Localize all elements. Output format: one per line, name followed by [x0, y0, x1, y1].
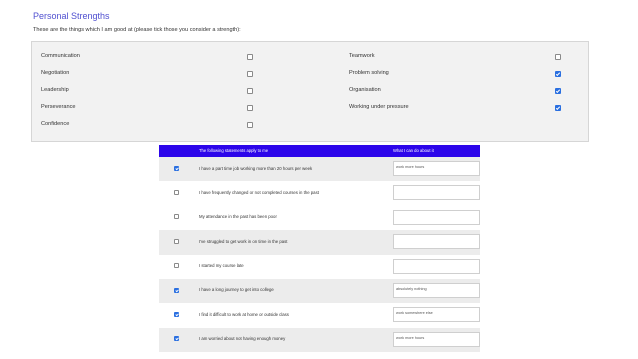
header-action: What I can do about it: [393, 147, 434, 153]
strength-checkbox-perseverance[interactable]: [247, 105, 253, 111]
strength-checkbox-teamwork[interactable]: [555, 54, 561, 60]
statement-checkbox[interactable]: [174, 214, 179, 220]
statement-text: I have a long journey to get into colleg…: [199, 287, 274, 293]
strength-checkbox-organisation[interactable]: [555, 88, 561, 94]
header-statement: The following statements apply to me: [199, 147, 269, 153]
table-row: I've struggled to get work in on time in…: [159, 230, 480, 255]
statement-checkbox[interactable]: [174, 263, 179, 269]
strength-label-perseverance: Perseverance: [41, 104, 76, 110]
strength-label-leadership: Leadership: [41, 87, 69, 93]
statement-checkbox[interactable]: [174, 190, 179, 196]
statement-text: I am worried about not having enough mon…: [199, 336, 286, 342]
strength-checkbox-confidence[interactable]: [247, 122, 253, 128]
strength-label-negotiation: Negotiation: [41, 70, 70, 76]
statements-table-header: The following statements apply to me Wha…: [159, 145, 480, 157]
statement-text: My attendance in the past has been poor: [199, 214, 277, 220]
table-row: I started my course late: [159, 254, 480, 279]
action-input[interactable]: [393, 209, 480, 225]
strength-checkbox-negotiation[interactable]: [247, 71, 253, 77]
strength-label-organisation: Organisation: [349, 87, 381, 93]
table-row: I have frequently changed or not complet…: [159, 181, 480, 206]
strength-label-teamwork: Teamwork: [349, 53, 375, 59]
strength-checkbox-communication[interactable]: [247, 54, 253, 60]
section-intro: These are the things which I am good at …: [33, 27, 241, 33]
statement-checkbox[interactable]: [174, 336, 179, 342]
action-input[interactable]: work more hours: [393, 331, 480, 347]
table-row: I have a part time job working more than…: [159, 157, 480, 182]
strength-label-working-under-pressure: Working under pressure: [349, 104, 409, 110]
statement-text: I started my course late: [199, 263, 244, 269]
table-row: My attendance in the past has been poor: [159, 205, 480, 231]
statement-text: I have a part time job working more than…: [199, 165, 313, 171]
action-input[interactable]: [393, 258, 480, 274]
strength-checkbox-leadership[interactable]: [247, 88, 253, 94]
strength-label-communication: Communication: [41, 53, 80, 59]
table-row: I have a long journey to get into colleg…: [159, 278, 480, 304]
statement-checkbox[interactable]: [174, 165, 179, 171]
strength-label-problem-solving: Problem solving: [349, 70, 389, 76]
statement-checkbox[interactable]: [174, 287, 179, 293]
strengths-panel: Communication Negotiation Leadership Per…: [31, 41, 589, 142]
statement-text: I've struggled to get work in on time in…: [199, 238, 288, 244]
statement-checkbox[interactable]: [174, 312, 179, 318]
action-input[interactable]: [393, 234, 480, 250]
action-input[interactable]: work more hours: [393, 161, 480, 176]
action-input[interactable]: [393, 185, 480, 201]
statement-text: I find it difficult to work at home or o…: [199, 311, 289, 317]
statement-checkbox[interactable]: [174, 238, 179, 244]
section-title: Personal Strengths: [33, 11, 110, 21]
action-input[interactable]: absolutely nothing: [393, 282, 480, 298]
table-row: I am worried about not having enough mon…: [159, 327, 480, 353]
table-row: I find it difficult to work at home or o…: [159, 303, 480, 328]
statement-text: I have frequently changed or not complet…: [199, 189, 319, 195]
statements-table: The following statements apply to me Wha…: [159, 145, 480, 353]
strength-label-confidence: Confidence: [41, 121, 70, 127]
strength-checkbox-working-under-pressure[interactable]: [555, 105, 561, 111]
action-input[interactable]: work somewhere else: [393, 307, 480, 323]
strength-checkbox-problem-solving[interactable]: [555, 71, 561, 77]
